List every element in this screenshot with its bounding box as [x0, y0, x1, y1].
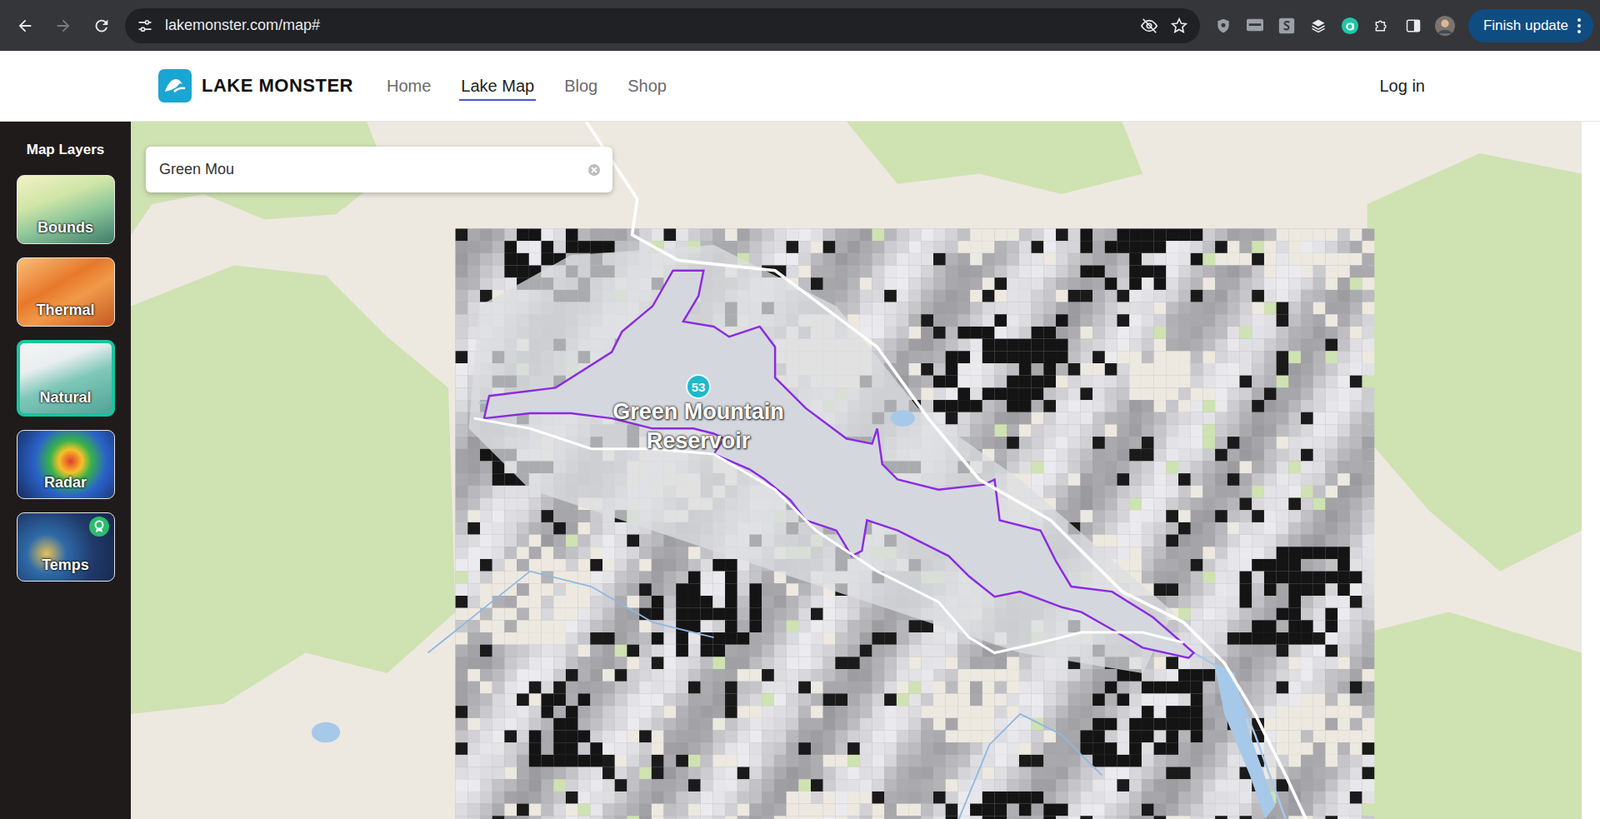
clear-icon[interactable] [587, 163, 601, 177]
lake-map[interactable]: 53Green Mountain Reservoir [130, 121, 1582, 819]
award-icon [89, 516, 110, 537]
layers-sidebar: Map Layers Bounds Thermal Natural Radar Temps [0, 121, 131, 819]
url-text[interactable]: lakemonster.com/map# [165, 16, 1129, 35]
avatar-icon[interactable] [1435, 15, 1455, 36]
site-header: LAKE MONSTER Home Lake Map Blog Shop Log in [0, 50, 1600, 122]
shield-icon[interactable] [1213, 15, 1234, 36]
s-extension-icon[interactable] [1276, 15, 1297, 36]
sidebar-icon[interactable] [1403, 15, 1424, 36]
main-nav: Home Lake Map Blog Shop [385, 71, 1380, 101]
address-bar[interactable]: lakemonster.com/map# [125, 8, 1200, 44]
star-icon[interactable] [1170, 16, 1189, 35]
lake-marker[interactable]: 53 [685, 374, 711, 400]
layer-label[interactable]: Radar [44, 474, 87, 492]
search-box[interactable] [145, 146, 613, 193]
back-icon[interactable] [10, 10, 40, 41]
forward-icon [48, 10, 79, 41]
layer-tile[interactable]: Temps [16, 512, 115, 582]
reload-icon[interactable] [86, 10, 117, 41]
layer-label[interactable]: Temps [41, 556, 90, 575]
layer-label[interactable]: Bounds [37, 219, 94, 237]
css-icon[interactable] [1245, 15, 1265, 36]
site-info-icon[interactable] [136, 17, 154, 35]
layer-tile[interactable]: Natural [16, 340, 115, 417]
layer-tile[interactable]: Bounds [16, 175, 115, 245]
eye-off-icon[interactable] [1140, 16, 1159, 35]
nav-link[interactable]: Home [385, 71, 433, 101]
layer-tile[interactable]: Radar [16, 430, 115, 500]
nav-link[interactable]: Lake Map [459, 71, 536, 101]
logo[interactable]: LAKE MONSTER [158, 69, 354, 103]
nav-link[interactable]: Shop [625, 71, 669, 101]
layer-tile[interactable]: Thermal [16, 257, 115, 327]
logo-icon[interactable] [158, 69, 192, 103]
search-input[interactable] [157, 160, 580, 180]
layer-label[interactable]: Thermal [35, 301, 95, 320]
layers-icon[interactable] [1308, 15, 1329, 36]
finish-update-button[interactable]: Finish update [1468, 9, 1594, 43]
menu-dots-icon[interactable] [1576, 17, 1582, 35]
puzzle-icon[interactable] [1371, 15, 1392, 36]
map-canvas[interactable] [130, 121, 1582, 819]
login-link[interactable]: Log in [1380, 76, 1426, 96]
browser-toolbar: lakemonster.com/map# Finish update [0, 0, 1600, 51]
layer-label[interactable]: Natural [39, 389, 91, 407]
a-extension-icon[interactable] [1340, 15, 1360, 36]
sidebar-title: Map Layers [26, 141, 105, 159]
nav-link[interactable]: Blog [562, 71, 600, 101]
lake-label[interactable]: Green Mountain Reservoir [594, 397, 803, 456]
